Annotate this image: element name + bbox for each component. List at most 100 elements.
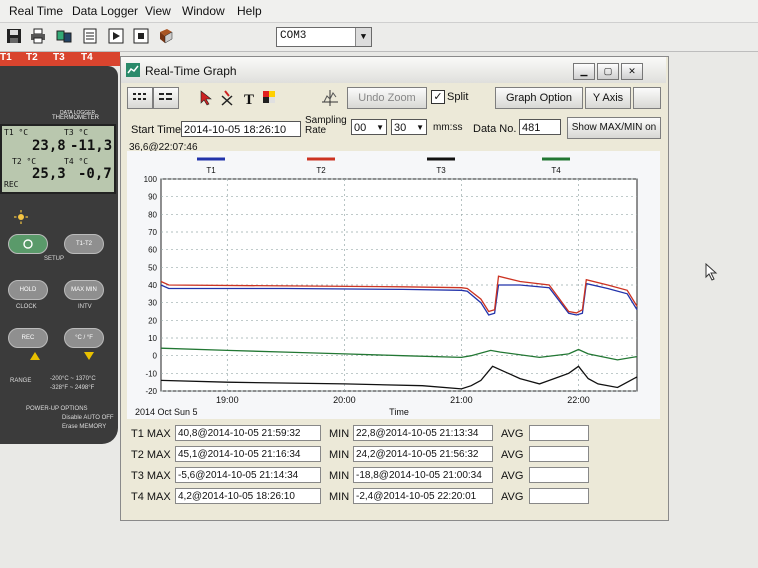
- undo-zoom-button[interactable]: Undo Zoom: [347, 87, 427, 109]
- graph-app-icon: [126, 63, 140, 77]
- menu-data-logger[interactable]: Data Logger: [72, 4, 138, 18]
- menu-window[interactable]: Window: [182, 4, 225, 18]
- range-celsius: -200°C ~ 1370°C: [50, 376, 96, 382]
- save-icon[interactable]: [6, 28, 22, 44]
- lcd-t3-label: T3 °C: [64, 128, 89, 137]
- grid-icon: [133, 93, 146, 100]
- color-palette-icon[interactable]: [261, 89, 277, 105]
- real-time-chart[interactable]: 100 90 80 70 60 50 40 30 20 10 0 -10 -20 19:00 20:00 21…: [127, 151, 660, 419]
- stat-avg-label: AVG: [501, 470, 524, 482]
- start-time-label: Start Time: [131, 124, 182, 136]
- lcd-t4-value: -0,7: [78, 166, 112, 182]
- title-bar: Real-Time Graph ▁ ▢ ✕: [121, 57, 666, 83]
- x-tick-label: 21:00: [450, 395, 473, 405]
- list-view-button[interactable]: [153, 87, 179, 109]
- com-port-select[interactable]: COM3 ▼: [276, 27, 372, 47]
- extra-toolbar-button[interactable]: [633, 87, 661, 109]
- y-tick-label: 40: [148, 281, 157, 290]
- book-icon[interactable]: [158, 28, 174, 44]
- split-checkbox[interactable]: ✓: [431, 90, 445, 104]
- stat-min-label: MIN: [329, 470, 350, 482]
- menu-real-time[interactable]: Real Time: [9, 4, 63, 18]
- legend-label-t1: T1: [206, 166, 216, 175]
- chevron-down-icon[interactable]: ▼: [355, 28, 371, 46]
- y-tick-label: 10: [148, 334, 157, 343]
- chevron-down-icon[interactable]: ▼: [376, 120, 384, 136]
- tab-t3[interactable]: T3: [53, 52, 65, 63]
- stat-avg-value: [529, 467, 589, 483]
- y-tick-label: -20: [145, 387, 157, 396]
- legend-label-t3: T3: [436, 166, 446, 175]
- chevron-down-icon[interactable]: ▼: [416, 120, 424, 136]
- pointer-arrow-icon[interactable]: [199, 90, 215, 106]
- channel-tabs: T1 T2 T3 T4: [0, 52, 120, 66]
- menu-help[interactable]: Help: [237, 4, 262, 18]
- clock-label: CLOCK: [16, 304, 37, 310]
- rate-seconds-select[interactable]: 30 ▼: [391, 119, 427, 135]
- powerup-label: POWER-UP OPTIONS: [26, 406, 88, 412]
- show-max-min-button[interactable]: Show MAX/MIN on: [567, 117, 661, 139]
- up-arrow-icon[interactable]: [30, 352, 40, 360]
- max-min-button[interactable]: MAX MIN: [64, 280, 104, 300]
- menu-bar: Real Time Data Logger View Window Help: [0, 0, 758, 23]
- x-tick-label: 19:00: [216, 395, 239, 405]
- stat-avg-value: [529, 446, 589, 462]
- stat-min-label: MIN: [329, 449, 350, 461]
- power-icon: [23, 239, 33, 249]
- connect-icon[interactable]: [56, 28, 72, 44]
- tab-t1-partial[interactable]: T1: [0, 52, 12, 63]
- hold-button[interactable]: HOLD: [8, 280, 48, 300]
- graph-option-button[interactable]: Graph Option: [495, 87, 583, 109]
- y-tick-label: 90: [148, 193, 157, 202]
- real-time-graph-window: Real-Time Graph ▁ ▢ ✕ T Undo Zoom ✓ Spli…: [120, 56, 669, 521]
- rec-button[interactable]: REC: [8, 328, 48, 348]
- rate-seconds-value: 30: [394, 122, 407, 134]
- lcd-rec: REC: [4, 180, 19, 189]
- close-button[interactable]: ✕: [621, 63, 643, 80]
- maximize-button[interactable]: ▢: [597, 63, 619, 80]
- stat-min-value: -18,8@2014-10-05 21:00:34: [353, 467, 493, 483]
- rate-unit-label: mm:ss: [433, 122, 463, 133]
- cursor-crosshair-icon[interactable]: [321, 89, 339, 107]
- tab-t4[interactable]: T4: [81, 52, 93, 63]
- unit-button[interactable]: °C / °F: [64, 328, 104, 348]
- tab-t2[interactable]: T2: [26, 52, 38, 63]
- stat-min-label: MIN: [329, 491, 350, 503]
- stat-avg-value: [529, 488, 589, 504]
- t1-t2-button[interactable]: T1-T2: [64, 234, 104, 254]
- com-port-value: COM3: [280, 30, 307, 42]
- powerup-option-2: Erase MEMORY: [62, 424, 107, 430]
- menu-view[interactable]: View: [145, 4, 171, 18]
- stat-avg-label: AVG: [501, 449, 524, 461]
- x-axis-label: Time: [389, 407, 409, 417]
- rate-minutes-value: 00: [354, 122, 367, 134]
- stop-icon[interactable]: [133, 28, 149, 44]
- marker-cross-icon[interactable]: [219, 90, 235, 106]
- print-icon[interactable]: [30, 28, 46, 44]
- y-tick-label: 80: [148, 210, 157, 219]
- start-time-field[interactable]: 2014-10-05 18:26:10: [181, 121, 301, 137]
- minimize-button[interactable]: ▁: [573, 63, 595, 80]
- down-arrow-icon[interactable]: [84, 352, 94, 360]
- grid-view-button[interactable]: [127, 87, 153, 109]
- lcd-t1-label: T1 °C: [4, 128, 29, 137]
- stat-avg-value: [529, 425, 589, 441]
- legend-label-t2: T2: [316, 166, 326, 175]
- play-icon[interactable]: [108, 28, 124, 44]
- stat-min-value: 22,8@2014-10-05 21:13:34: [353, 425, 493, 441]
- lcd-t4-label: T4 °C: [64, 157, 89, 166]
- data-no-field: 481: [519, 119, 561, 135]
- y-axis-button[interactable]: Y Axis: [585, 87, 631, 109]
- power-button[interactable]: [8, 234, 48, 254]
- document-icon[interactable]: [82, 28, 98, 44]
- lcd-t2-value: 25,3: [32, 166, 66, 182]
- range-fahrenheit: -328°F ~ 2498°F: [50, 385, 95, 391]
- mouse-pointer-icon: [705, 263, 718, 281]
- chart-svg: 1009080706050403020100-10-2019:00 20:00 21…: [135, 157, 638, 417]
- lcd-display: T1 °C T3 °C 23,8 -11,3 T2 °C T4 °C 25,3 …: [0, 124, 116, 194]
- text-tool-icon[interactable]: T: [241, 90, 257, 106]
- stats-panel: T1 MAX 40,8@2014-10-05 21:59:32 MIN 22,8@20…: [131, 425, 651, 513]
- thermometer-panel: DATA LOGGER THERMOMETER T1 °C T3 °C 23,8…: [0, 66, 118, 444]
- rate-minutes-select[interactable]: 00 ▼: [351, 119, 387, 135]
- stat-max-label: T1 MAX: [131, 428, 171, 440]
